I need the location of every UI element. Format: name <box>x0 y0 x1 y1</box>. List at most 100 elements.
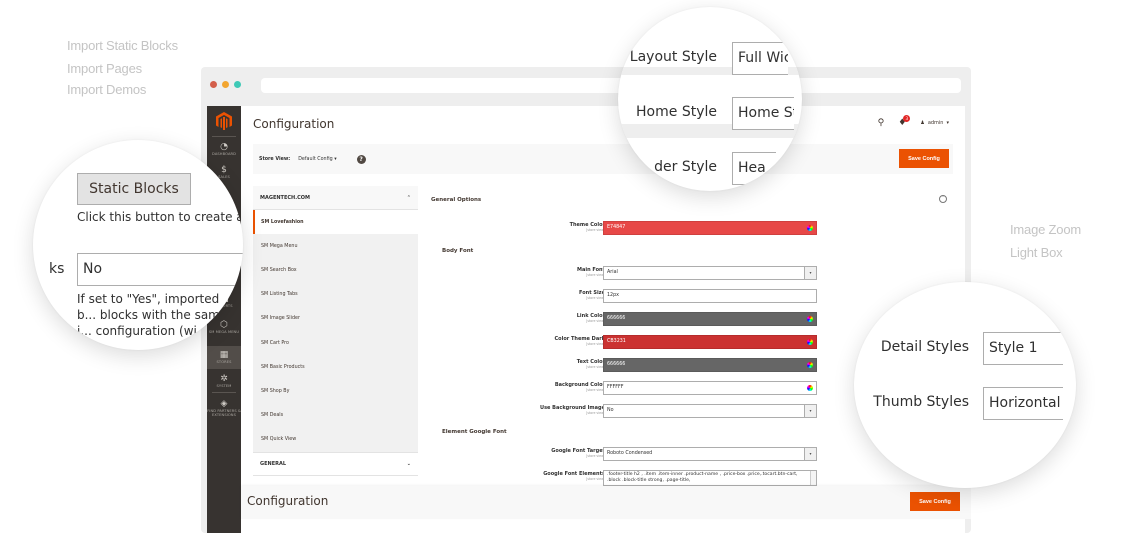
overwrite-blocks-note: If set to "Yes", imported b... blocks wi… <box>77 292 228 338</box>
main-font-select[interactable]: Arial ▾ <box>603 266 817 280</box>
background-color-input[interactable]: FFFFFF <box>603 381 817 395</box>
search-icon[interactable]: ⚲ <box>878 118 885 128</box>
color-picker-icon[interactable] <box>807 225 813 231</box>
config-tabs: MAGENTECH.COM ⌃ SM Lovefashion SM Mega M… <box>253 186 418 493</box>
detail-styles-select[interactable]: Style 1 <box>983 332 1063 365</box>
dropdown-arrow-icon: ▾ <box>804 448 816 460</box>
user-icon: ♟ <box>920 120 925 126</box>
overwrite-blocks-select[interactable]: No <box>77 253 243 286</box>
theme-color-value: E74847 <box>607 225 626 230</box>
dropdown-arrow-icon: ▾ <box>804 405 816 417</box>
detail-styles-label: Detail Styles <box>880 339 969 355</box>
address-bar[interactable] <box>261 78 961 93</box>
nav-label: SYSTEM <box>216 384 232 388</box>
feature-import-demos: Import Demos <box>67 82 147 97</box>
feature-image-zoom: Image Zoom <box>1010 222 1081 237</box>
tab-group-magentech[interactable]: MAGENTECH.COM ⌃ <box>253 186 418 210</box>
field-google-font-target: Google Font Target [store view] Roboto C… <box>430 447 952 461</box>
nav-dashboard[interactable]: ◔ DASHBOARD <box>207 142 241 156</box>
color-theme-dark-input[interactable]: CB3231 <box>603 335 817 349</box>
page-actions-bar: Store View: Default Config ▾ ? Save Conf… <box>253 144 953 174</box>
section-title-general-options[interactable]: General Options <box>431 197 481 203</box>
tab-sm-basic-products[interactable]: SM Basic Products <box>253 355 418 380</box>
tab-sm-shop-by[interactable]: SM Shop By <box>253 379 418 404</box>
heading-body-font: Body Font <box>442 248 474 254</box>
textarea-scrollbar[interactable] <box>810 471 816 485</box>
tab-sm-mega-menu[interactable]: SM Mega Menu <box>253 234 418 259</box>
layout-style-label: Layout Style <box>629 49 717 65</box>
nav-stores[interactable]: ▦ STORES <box>207 346 241 369</box>
google-font-target-select[interactable]: Roboto Condensed ▾ <box>603 447 817 461</box>
tab-sm-cart-pro[interactable]: SM Cart Pro <box>253 330 418 356</box>
text-color-input[interactable]: 666666 <box>603 358 817 372</box>
notifications-bell-icon[interactable]: ♦ 3 <box>898 115 911 128</box>
tab-sm-search-box[interactable]: SM Search Box <box>253 258 418 283</box>
nav-label: FIND PARTNERS & EXTENSIONS <box>207 409 241 418</box>
sidebar-divider <box>212 136 236 137</box>
color-picker-icon[interactable] <box>807 362 813 368</box>
google-font-elements-textarea[interactable]: .footer-title h2 , .item .item-inner .pr… <box>603 470 817 486</box>
heading-element-google-font: Element Google Font <box>442 429 507 435</box>
background-color-value: FFFFFF <box>607 385 624 390</box>
color-theme-dark-value: CB3231 <box>607 339 626 344</box>
window-maximize-dot[interactable] <box>234 81 241 88</box>
color-picker-icon[interactable] <box>807 316 813 322</box>
home-style-label: Home Style <box>636 104 717 120</box>
system-icon: ✲ <box>220 374 228 384</box>
thumb-styles-select[interactable]: Horizontal <box>983 387 1063 420</box>
google-font-elements-value: .footer-title h2 , .item .item-inner .pr… <box>607 472 798 483</box>
text-color-value: 666666 <box>607 362 626 367</box>
static-blocks-note: Click this button to create all <box>77 210 243 224</box>
notification-count-badge: 3 <box>903 115 911 122</box>
header-style-select[interactable]: Hea <box>732 152 776 185</box>
field-font-size: Font Size [store view] 12px <box>430 289 952 303</box>
admin-username: admin <box>927 120 944 126</box>
collapse-section-icon[interactable]: ⌃ <box>939 195 947 203</box>
window-minimize-dot[interactable] <box>222 81 229 88</box>
color-picker-icon[interactable] <box>807 339 813 345</box>
color-picker-icon[interactable] <box>807 385 813 391</box>
static-blocks-button[interactable]: Static Blocks <box>77 173 191 205</box>
layout-style-select[interactable]: Full Wic <box>732 42 788 75</box>
admin-user-menu[interactable]: ♟ admin ▾ <box>920 120 949 126</box>
save-config-button[interactable]: Save Config <box>899 149 949 168</box>
main-font-value: Arial <box>607 270 618 275</box>
tab-sm-listing-tabs[interactable]: SM Listing Tabs <box>253 282 418 307</box>
sticky-title: Configuration <box>247 494 329 508</box>
tab-group-title: GENERAL <box>260 460 287 467</box>
tab-sm-lovefashion[interactable]: SM Lovefashion <box>253 210 418 235</box>
store-view-dropdown[interactable]: Default Config ▾ <box>298 157 336 162</box>
nav-system[interactable]: ✲ SYSTEM <box>207 374 241 388</box>
field-main-font: Main Font [store view] Arial ▾ <box>430 266 952 280</box>
nav-label: STORES <box>216 360 232 364</box>
font-size-input[interactable]: 12px <box>603 289 817 303</box>
sticky-header: Configuration Save Config <box>241 486 971 519</box>
stores-icon: ▦ <box>219 350 229 360</box>
theme-color-input[interactable]: E74847 <box>603 221 817 235</box>
store-view-label: Store View: <box>259 157 291 162</box>
magento-logo-icon[interactable] <box>216 112 232 130</box>
tab-group-general[interactable]: GENERAL ⌄ <box>253 451 418 476</box>
header-actions: ⚲ ♦ 3 ♟ admin ▾ <box>878 115 949 128</box>
tab-sm-quick-view[interactable]: SM Quick View <box>253 427 418 452</box>
thumb-styles-label: Thumb Styles <box>873 394 969 410</box>
help-icon[interactable]: ? <box>356 155 366 164</box>
sticky-save-config-button[interactable]: Save Config <box>910 492 960 511</box>
tab-group-title: MAGENTECH.COM <box>260 194 311 201</box>
feature-import-pages: Import Pages <box>67 61 142 76</box>
field-google-font-elements: Google Font Elements [store view] .foote… <box>430 470 952 486</box>
tab-sm-deals[interactable]: SM Deals <box>253 403 418 428</box>
link-color-input[interactable]: 666666 <box>603 312 817 326</box>
dropdown-arrow-icon: ▾ <box>804 267 816 279</box>
link-color-value: 666666 <box>607 316 626 321</box>
find-partners-icon: ◈ <box>220 399 228 409</box>
home-style-select[interactable]: Home St <box>732 97 794 130</box>
use-background-image-select[interactable]: No ▾ <box>603 404 817 418</box>
field-link-color: Link Color [store view] 666666 <box>430 312 952 326</box>
config-page: Configuration ⚲ ♦ 3 ♟ admin ▾ Store View: D… <box>241 106 965 533</box>
nav-find-partners[interactable]: ◈ FIND PARTNERS & EXTENSIONS <box>207 399 241 417</box>
tab-sm-image-slider[interactable]: SM Image Slider <box>253 306 418 331</box>
store-view-value: Default Config <box>298 157 333 162</box>
feature-import-static-blocks: Import Static Blocks <box>67 38 178 53</box>
window-close-dot[interactable] <box>210 81 217 88</box>
